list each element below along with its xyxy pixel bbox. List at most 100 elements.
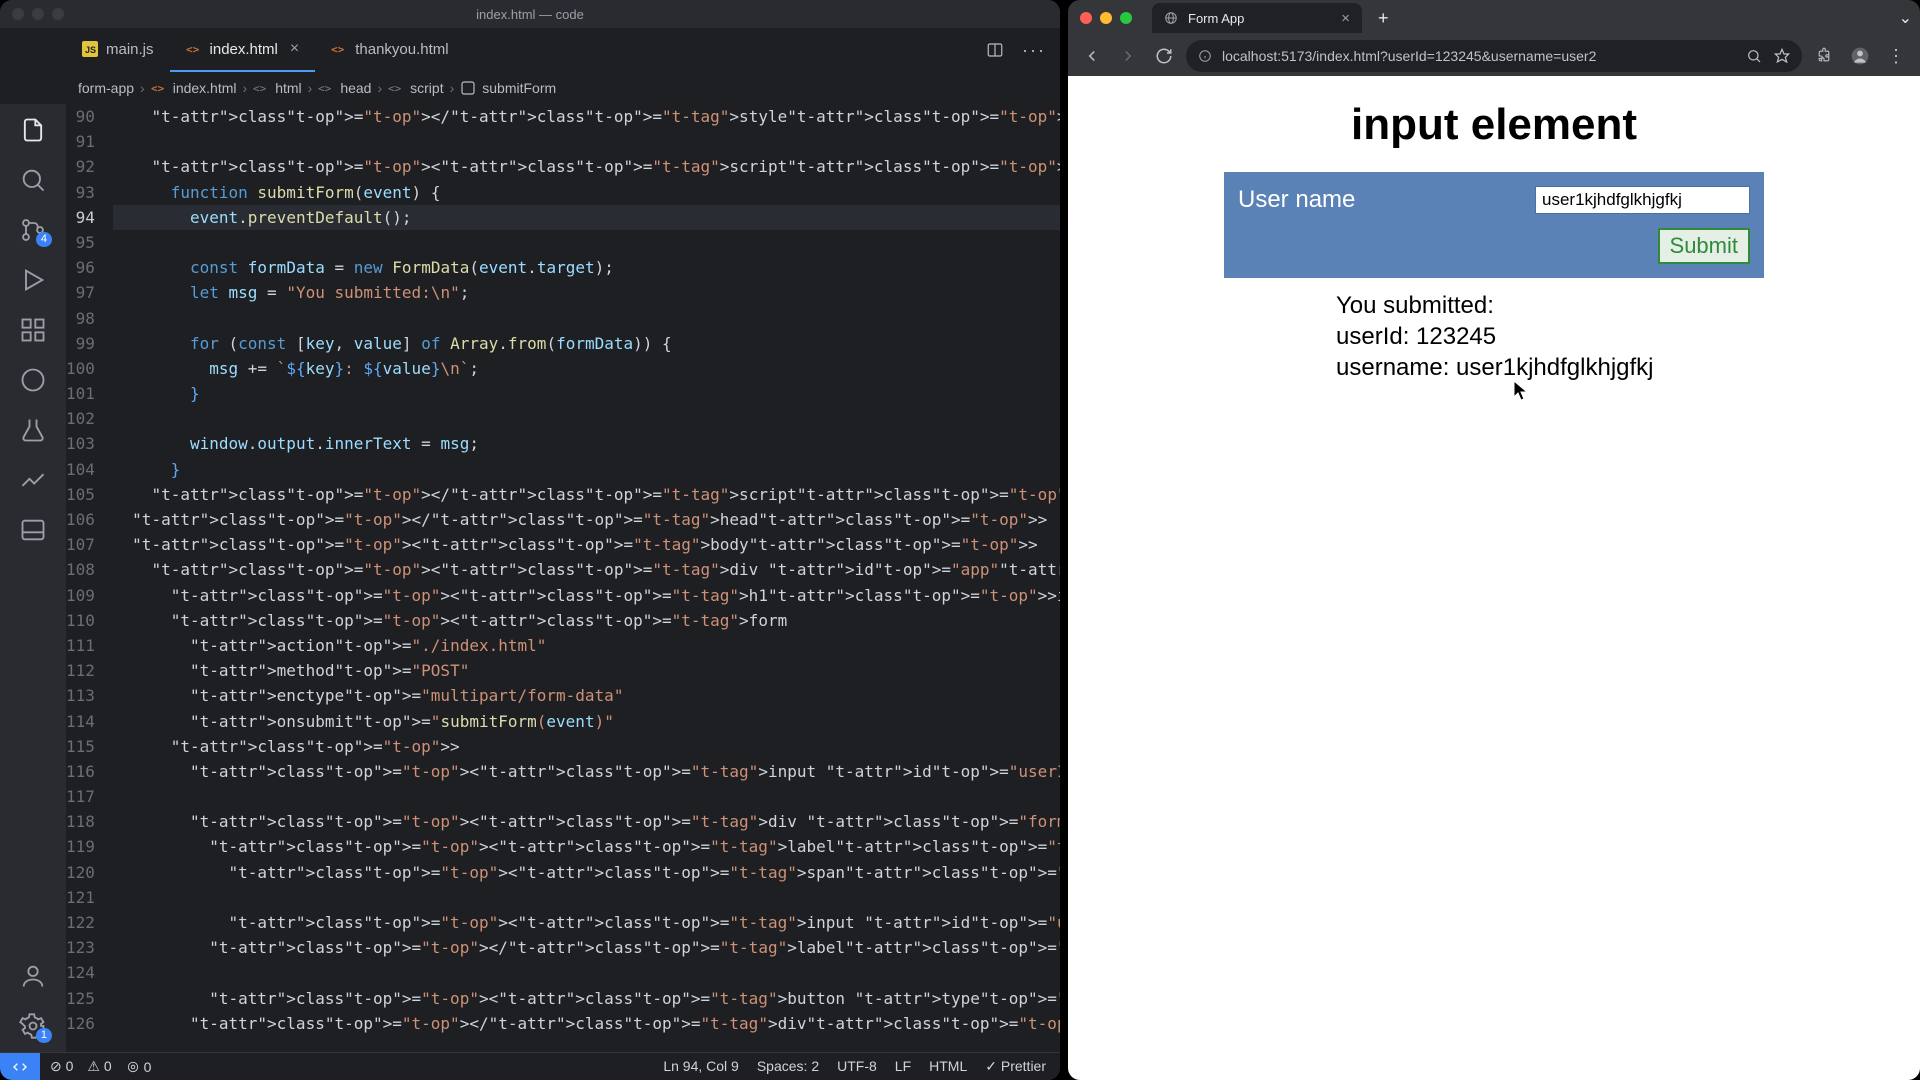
close-dot-icon[interactable] (1080, 12, 1092, 24)
window-controls[interactable] (1080, 12, 1132, 24)
tab-label: index.html (210, 41, 278, 58)
accounts-icon[interactable] (19, 962, 47, 990)
tab-label: thankyou.html (355, 41, 448, 58)
minimize-dot-icon[interactable] (1100, 12, 1112, 24)
indentation[interactable]: Spaces: 2 (757, 1058, 819, 1075)
svg-text:<>: <> (388, 82, 402, 95)
tab-label: main.js (106, 41, 154, 58)
new-tab-button[interactable]: + (1370, 8, 1397, 29)
tag-icon: <> (388, 80, 404, 96)
settings-gear-icon[interactable]: 1 (19, 1012, 47, 1040)
window-controls[interactable] (12, 8, 64, 20)
html-file-icon: <> (331, 41, 347, 57)
tabs-dropdown-icon[interactable]: ⌄ (1899, 8, 1912, 28)
panel-icon[interactable] (19, 516, 47, 544)
js-file-icon: JS (82, 41, 98, 57)
svg-text:<>: <> (186, 43, 200, 56)
formatter[interactable]: ✓ Prettier (985, 1058, 1046, 1075)
address-bar[interactable]: localhost:5173/index.html?userId=123245&… (1186, 40, 1802, 72)
menu-icon[interactable]: ⋮ (1882, 42, 1910, 70)
tab-main-js[interactable]: JS main.js (66, 28, 170, 72)
arrow-left-icon (1083, 47, 1101, 65)
test-icon[interactable] (19, 416, 47, 444)
language-mode[interactable]: HTML (929, 1058, 967, 1075)
chevron-right-icon: › (140, 80, 145, 96)
site-info-icon[interactable] (1198, 49, 1212, 63)
bookmark-star-icon[interactable] (1774, 48, 1790, 64)
extensions-icon[interactable] (1810, 42, 1838, 70)
status-bar: ⊘ 0 ⚠ 0 0 Ln 94, Col 9 Spaces: 2 UTF-8 L… (0, 1052, 1060, 1080)
search-icon[interactable] (19, 166, 47, 194)
zoom-dot-icon[interactable] (1120, 12, 1132, 24)
ports-count[interactable]: 0 (126, 1059, 152, 1075)
close-icon[interactable]: × (290, 40, 299, 58)
html-file-icon: <> (151, 80, 167, 96)
profile-avatar-icon[interactable] (1846, 42, 1874, 70)
vscode-titlebar: index.html — code (0, 0, 1060, 28)
code-content[interactable]: "t-attr">class"t-op">="t-op"></"t-attr">… (113, 104, 1060, 1052)
remote-indicator[interactable] (0, 1053, 40, 1080)
code-editor[interactable]: 9091929394959697989910010110210310410510… (66, 104, 1060, 1052)
graph-icon[interactable] (19, 466, 47, 494)
function-icon (460, 80, 476, 96)
rendered-page: input element User name Submit You submi… (1068, 76, 1920, 1080)
svg-text:<>: <> (331, 43, 345, 56)
page-heading: input element (1068, 100, 1920, 150)
reload-button[interactable] (1150, 42, 1178, 70)
svg-text:<>: <> (151, 82, 165, 95)
submit-button[interactable]: Submit (1658, 228, 1750, 264)
editor-tabs: JS main.js <> index.html × <> thankyou.h… (0, 28, 1060, 72)
cursor-position[interactable]: Ln 94, Col 9 (663, 1058, 739, 1075)
crumb-script[interactable]: script (410, 80, 443, 96)
run-debug-icon[interactable] (19, 266, 47, 294)
crumb-folder[interactable]: form-app (78, 80, 134, 96)
crumb-file[interactable]: index.html (173, 80, 237, 96)
close-dot-icon[interactable] (12, 8, 24, 20)
minimize-dot-icon[interactable] (32, 8, 44, 20)
browser-tab-title: Form App (1188, 11, 1244, 26)
chevron-right-icon: › (450, 80, 455, 96)
svg-text:<>: <> (253, 82, 267, 95)
tag-icon: <> (318, 80, 334, 96)
html-file-icon: <> (186, 41, 202, 57)
activity-bar: 4 1 (0, 104, 66, 1052)
url-text: localhost:5173/index.html?userId=123245&… (1222, 48, 1596, 64)
zoom-dot-icon[interactable] (52, 8, 64, 20)
breadcrumbs[interactable]: form-app › <> index.html › <> html › <> hea… (0, 72, 1060, 104)
remote-icon[interactable] (19, 366, 47, 394)
source-control-icon[interactable]: 4 (19, 216, 47, 244)
close-icon[interactable]: × (1341, 10, 1350, 27)
crumb-function[interactable]: submitForm (482, 80, 556, 96)
extensions-icon[interactable] (19, 316, 47, 344)
browser-window: Form App × + ⌄ localhost:5173/index.html… (1068, 0, 1920, 1080)
tab-thankyou-html[interactable]: <> thankyou.html (315, 28, 464, 72)
vscode-window: index.html — code JS main.js <> index.ht… (0, 0, 1060, 1080)
errors-count[interactable]: ⊘ 0 (50, 1058, 73, 1075)
reload-icon (1155, 47, 1173, 65)
svg-text:<>: <> (318, 82, 332, 95)
window-title: index.html — code (476, 7, 584, 22)
svg-text:JS: JS (85, 45, 96, 55)
explorer-icon[interactable] (19, 116, 47, 144)
crumb-html[interactable]: html (275, 80, 301, 96)
back-button[interactable] (1078, 42, 1106, 70)
split-editor-icon[interactable] (986, 41, 1004, 59)
zoom-icon[interactable] (1746, 48, 1762, 64)
browser-toolbar: localhost:5173/index.html?userId=123245&… (1068, 36, 1920, 76)
tab-index-html[interactable]: <> index.html × (170, 28, 316, 72)
encoding[interactable]: UTF-8 (837, 1058, 877, 1075)
more-icon[interactable]: ··· (1022, 40, 1046, 61)
eol[interactable]: LF (895, 1058, 911, 1075)
scm-badge: 4 (36, 232, 52, 247)
globe-icon (1164, 11, 1178, 25)
settings-badge: 1 (36, 1028, 52, 1043)
browser-tab[interactable]: Form App × (1152, 3, 1362, 33)
warnings-count[interactable]: ⚠ 0 (87, 1058, 111, 1075)
crumb-head[interactable]: head (340, 80, 371, 96)
chevron-right-icon: › (243, 80, 248, 96)
arrow-right-icon (1119, 47, 1137, 65)
username-input[interactable] (1535, 186, 1750, 214)
chevron-right-icon: › (377, 80, 382, 96)
output-text: You submitted: userId: 123245 username: … (1224, 290, 1764, 384)
browser-tab-strip: Form App × + ⌄ (1068, 0, 1920, 36)
